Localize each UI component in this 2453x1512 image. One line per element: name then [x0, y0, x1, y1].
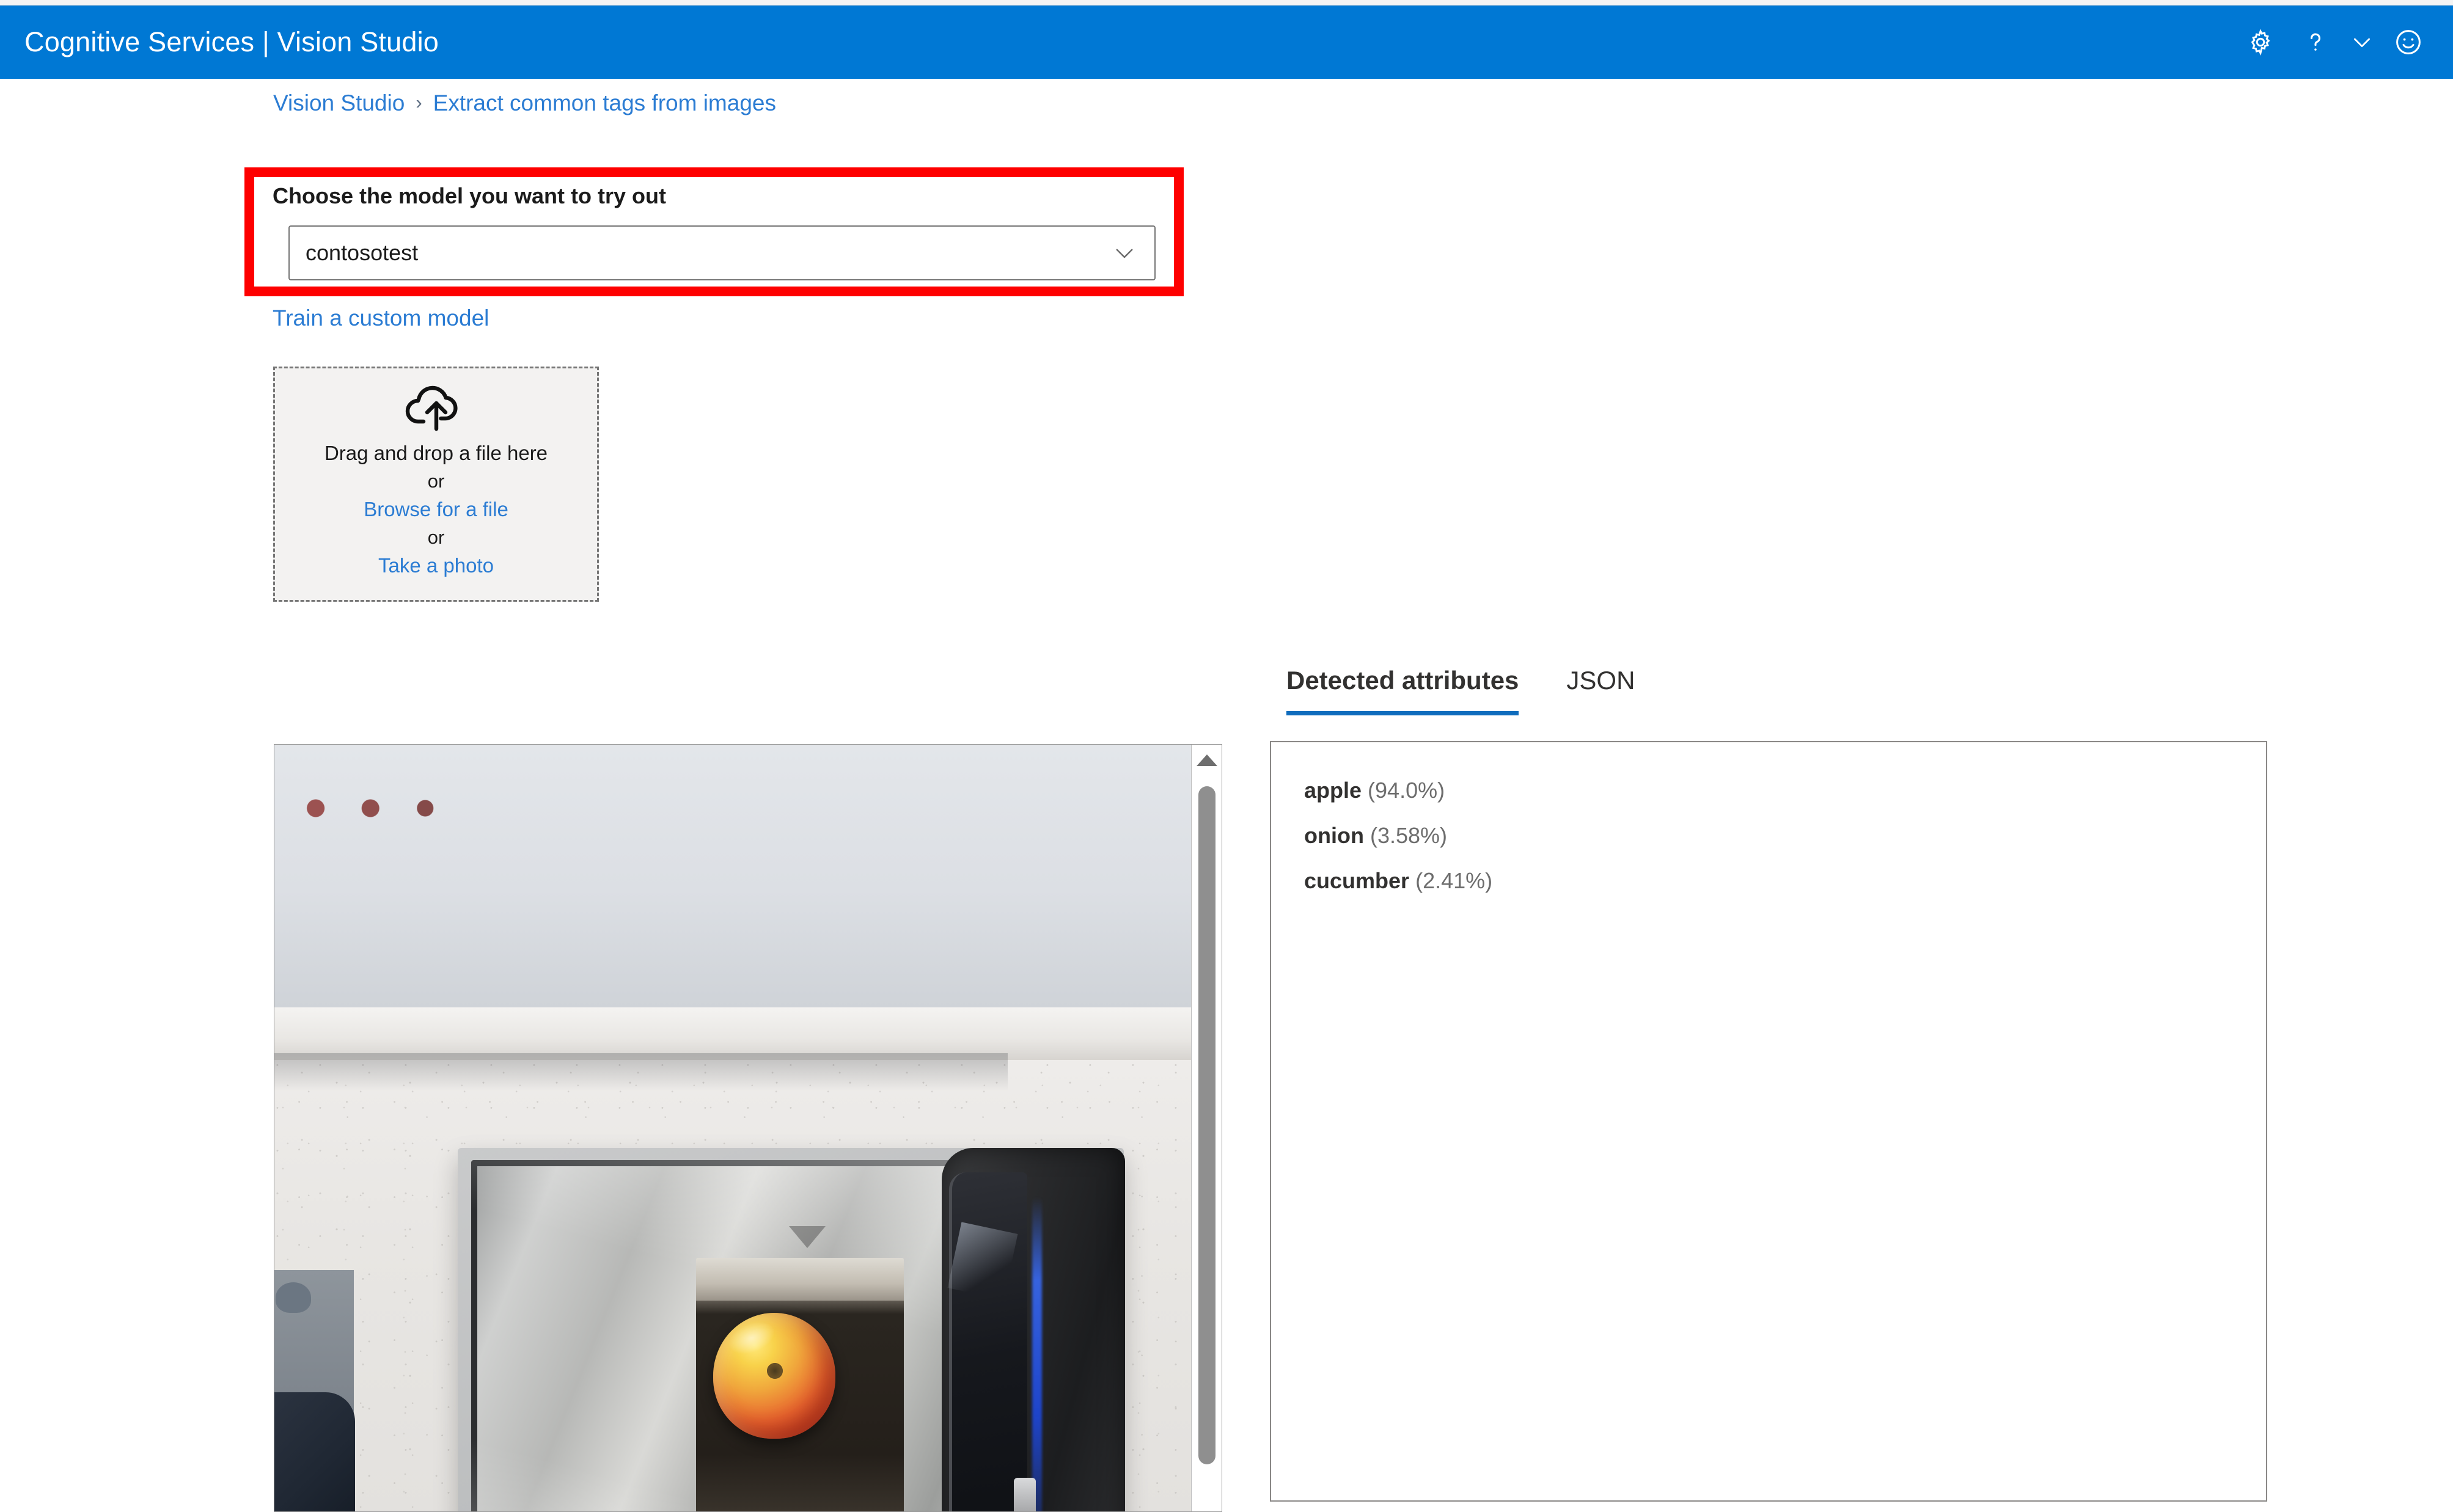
train-custom-model-link[interactable]: Train a custom model [273, 305, 489, 331]
question-mark-icon [2301, 28, 2330, 56]
tag-name: onion [1304, 823, 1364, 848]
tag-confidence: (3.58%) [1370, 823, 1448, 848]
app-root: Cognitive Services | Vision Studio Visio… [0, 0, 2453, 1512]
tag-confidence: (94.0%) [1368, 778, 1445, 803]
image-preview-viewer [274, 744, 1222, 1512]
breadcrumb-item-vision-studio[interactable]: Vision Studio [273, 90, 405, 116]
scrollbar-thumb[interactable] [1198, 786, 1216, 1464]
model-select-value: contosotest [306, 240, 419, 265]
feedback-button[interactable] [2381, 5, 2436, 79]
help-button[interactable] [2288, 5, 2343, 79]
header-actions [2233, 5, 2436, 79]
model-select-dropdown[interactable]: contosotest [288, 225, 1156, 280]
app-header: Cognitive Services | Vision Studio [0, 5, 2453, 79]
list-item: onion (3.58%) [1304, 813, 2266, 858]
smiley-face-icon [2394, 27, 2423, 57]
gear-icon [2246, 28, 2275, 56]
model-chooser-label: Choose the model you want to try out [273, 183, 667, 208]
scroll-up-arrow-icon[interactable] [1196, 754, 1217, 766]
dropzone-primary-text: Drag and drop a file here [324, 442, 548, 464]
uploaded-image [274, 745, 1192, 1511]
chevron-down-icon [2350, 30, 2374, 54]
settings-button[interactable] [2233, 5, 2288, 79]
breadcrumb-separator-icon: › [416, 92, 422, 113]
results-tabs: Detected attributes JSON [1286, 666, 1635, 715]
tag-confidence: (2.41%) [1415, 868, 1493, 893]
tag-name: cucumber [1304, 868, 1410, 893]
detected-attributes-panel: apple (94.0%) onion (3.58%) cucumber (2.… [1270, 741, 2267, 1502]
browse-for-file-link[interactable]: Browse for a file [364, 495, 508, 524]
help-dropdown-button[interactable] [2343, 5, 2381, 79]
cloud-upload-icon [403, 382, 469, 434]
tab-json[interactable]: JSON [1566, 666, 1635, 711]
tab-detected-attributes[interactable]: Detected attributes [1286, 666, 1519, 715]
take-a-photo-link[interactable]: Take a photo [378, 552, 494, 580]
tag-name: apple [1304, 778, 1362, 803]
file-dropzone[interactable]: Drag and drop a file here or Browse for … [273, 367, 599, 602]
breadcrumb-item-current[interactable]: Extract common tags from images [433, 90, 776, 116]
breadcrumb: Vision Studio › Extract common tags from… [273, 90, 776, 116]
list-item: cucumber (2.41%) [1304, 858, 2266, 904]
dropzone-or-2: or [427, 527, 445, 548]
chevron-down-icon [1112, 240, 1137, 266]
app-title: Cognitive Services | Vision Studio [24, 26, 439, 57]
image-viewer-scrollbar[interactable] [1191, 745, 1222, 1511]
list-item: apple (94.0%) [1304, 768, 2266, 813]
browser-chrome-strip [0, 0, 2453, 5]
dropzone-or-1: or [427, 470, 445, 492]
